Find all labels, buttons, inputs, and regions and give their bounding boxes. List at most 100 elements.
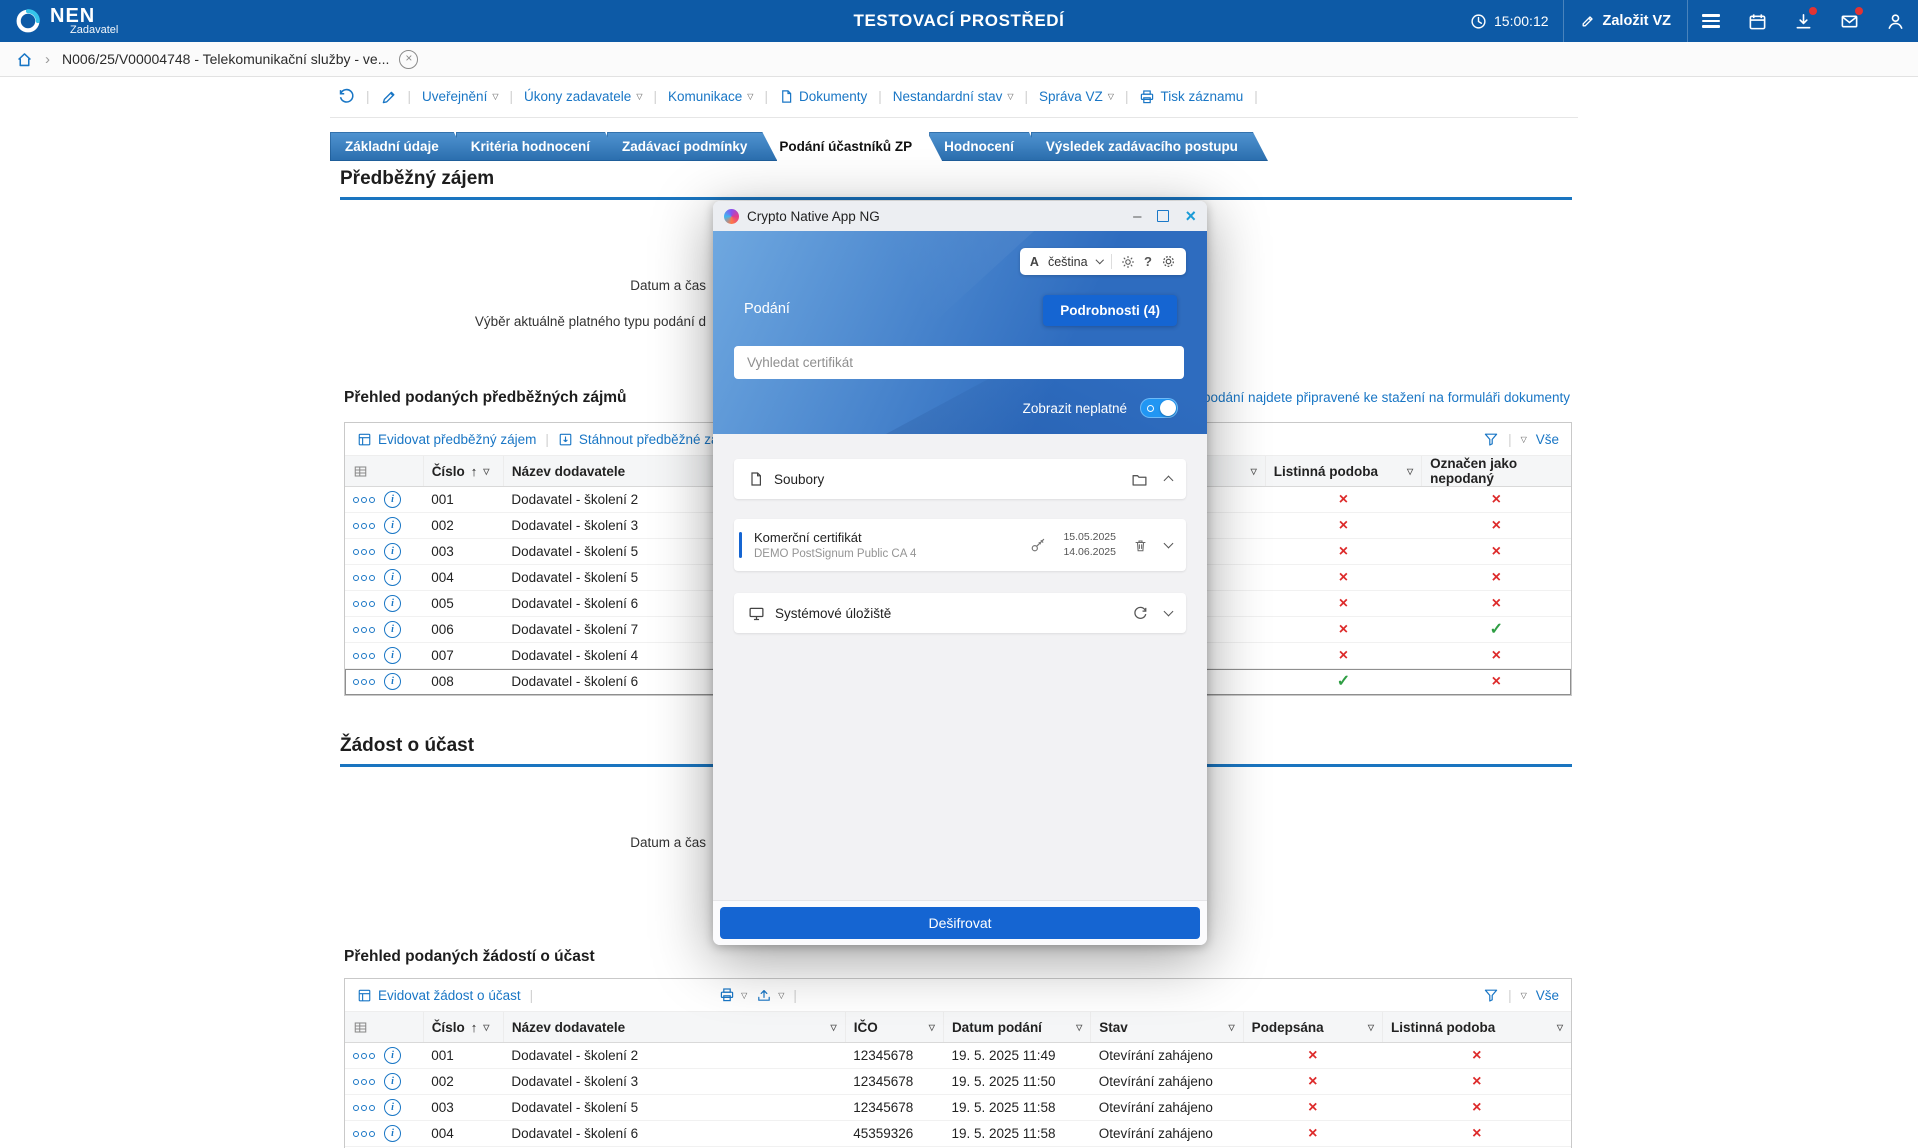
- column-ico[interactable]: IČO▽: [845, 1012, 943, 1043]
- breadcrumb-item[interactable]: N006/25/V00004748 - Telekomunikační služ…: [62, 51, 389, 67]
- close-button[interactable]: ×: [1185, 207, 1196, 225]
- row-menu-icon[interactable]: [353, 653, 375, 659]
- theme-icon[interactable]: [1121, 255, 1135, 269]
- decrypt-button[interactable]: Dešifrovat: [720, 907, 1200, 939]
- filter-caret-icon[interactable]: ▽: [1557, 1023, 1563, 1032]
- filter-icon[interactable]: [1483, 431, 1499, 447]
- edit-record-icon[interactable]: [381, 89, 397, 105]
- vse-filter[interactable]: Vše: [1536, 432, 1559, 447]
- system-storage-section[interactable]: Systémové úložiště: [734, 593, 1186, 633]
- modal-titlebar[interactable]: Crypto Native App NG – ×: [713, 201, 1207, 231]
- history-icon[interactable]: [338, 88, 355, 105]
- delete-icon[interactable]: [1133, 538, 1148, 553]
- column-listinna-podoba[interactable]: Listinná podoba▽: [1265, 456, 1421, 487]
- files-section[interactable]: Soubory: [734, 459, 1186, 499]
- column-podepsana[interactable]: Podepsána▽: [1243, 1012, 1382, 1043]
- messages-button[interactable]: [1826, 0, 1872, 42]
- menu-button[interactable]: [1688, 0, 1734, 42]
- row-menu-icon[interactable]: [353, 627, 375, 633]
- tab-hodnoceni[interactable]: Hodnocení: [929, 132, 1044, 161]
- filter-caret-icon[interactable]: ▽: [929, 1023, 935, 1032]
- table-row[interactable]: i 003Dodavatel - školení 512345678 19. 5…: [345, 1095, 1571, 1121]
- refresh-icon[interactable]: [1133, 606, 1148, 621]
- column-listinna-podoba[interactable]: Listinná podoba▽: [1382, 1012, 1571, 1043]
- show-invalid-toggle[interactable]: [1140, 398, 1178, 418]
- info-icon[interactable]: i: [384, 517, 401, 534]
- certificate-search-input[interactable]: [734, 346, 1184, 379]
- downloads-button[interactable]: [1780, 0, 1826, 42]
- info-icon[interactable]: i: [384, 1125, 401, 1142]
- table-row[interactable]: i 001Dodavatel - školení 212345678 19. 5…: [345, 1043, 1571, 1069]
- info-icon[interactable]: i: [384, 595, 401, 612]
- filter-caret-icon[interactable]: ▽: [1076, 1023, 1082, 1032]
- menu-nestandardni-stav[interactable]: Nestandardní stav▽: [893, 89, 1014, 104]
- info-icon[interactable]: i: [384, 569, 401, 586]
- evidovat-predbezny-link[interactable]: Evidovat předběžný zájem: [357, 432, 536, 447]
- info-icon[interactable]: i: [384, 621, 401, 638]
- filter-icon[interactable]: [1483, 987, 1499, 1003]
- chevron-down-icon[interactable]: [1164, 539, 1174, 549]
- chevron-down-icon[interactable]: [1164, 607, 1174, 617]
- info-icon[interactable]: i: [384, 1047, 401, 1064]
- row-menu-icon[interactable]: [353, 497, 375, 503]
- print-table-button[interactable]: ▽: [719, 987, 747, 1003]
- row-menu-icon[interactable]: [353, 601, 375, 607]
- column-cislo[interactable]: Číslo↑▽: [423, 456, 503, 487]
- tab-zakladni-udaje[interactable]: Základní údaje: [330, 132, 469, 161]
- filter-caret-icon[interactable]: ▽: [1229, 1023, 1235, 1032]
- filter-caret-icon[interactable]: ▽: [483, 1023, 489, 1032]
- menu-uverejneni[interactable]: Uveřejnění▽: [422, 89, 498, 104]
- menu-sprava-vz[interactable]: Správa VZ▽: [1039, 89, 1114, 104]
- filter-caret-icon[interactable]: ▽: [1251, 467, 1257, 476]
- menu-tisk-zaznamu[interactable]: Tisk záznamu: [1139, 89, 1243, 105]
- chevron-down-icon[interactable]: [1095, 256, 1103, 264]
- nen-logo[interactable]: NEN Zadavatel: [14, 7, 118, 36]
- column-cislo[interactable]: Číslo↑▽: [423, 1012, 503, 1043]
- profile-button[interactable]: [1872, 0, 1918, 42]
- table-row[interactable]: i 004Dodavatel - školení 645359326 19. 5…: [345, 1121, 1571, 1147]
- column-nazev-dodavatele[interactable]: Název dodavatele▽: [503, 1012, 845, 1043]
- filter-caret-icon[interactable]: ▽: [1407, 467, 1413, 476]
- menu-komunikace[interactable]: Komunikace▽: [668, 89, 753, 104]
- tab-kriteria-hodnoceni[interactable]: Kritéria hodnocení: [456, 132, 620, 161]
- row-menu-icon[interactable]: [353, 1053, 375, 1059]
- menu-dokumenty[interactable]: Dokumenty: [779, 89, 867, 104]
- row-menu-icon[interactable]: [353, 575, 375, 581]
- settings-gear-icon[interactable]: [1161, 254, 1176, 269]
- evidovat-zadost-link[interactable]: Evidovat žádost o účast: [357, 988, 521, 1003]
- row-menu-icon[interactable]: [353, 1105, 375, 1111]
- info-icon[interactable]: i: [384, 673, 401, 690]
- info-icon[interactable]: i: [384, 1073, 401, 1090]
- info-icon[interactable]: i: [384, 1099, 401, 1116]
- filter-caret-icon[interactable]: ▽: [1368, 1023, 1374, 1032]
- column-oznacen-nepodany[interactable]: Označen jako nepodaný: [1422, 456, 1571, 487]
- info-icon[interactable]: i: [384, 647, 401, 664]
- row-menu-icon[interactable]: [353, 1079, 375, 1085]
- filter-caret-icon[interactable]: ▽: [831, 1023, 837, 1032]
- details-button[interactable]: Podrobnosti (4): [1043, 295, 1177, 326]
- row-menu-icon[interactable]: [353, 679, 375, 685]
- maximize-button[interactable]: [1157, 210, 1169, 222]
- export-table-button[interactable]: ▽: [756, 987, 784, 1003]
- home-icon[interactable]: [16, 51, 33, 68]
- tab-vysledek[interactable]: Výsledek zadávacího postupu: [1031, 132, 1268, 161]
- chevron-up-icon[interactable]: [1164, 476, 1174, 486]
- table-row[interactable]: i 002Dodavatel - školení 312345678 19. 5…: [345, 1069, 1571, 1095]
- filter-caret-icon[interactable]: ▽: [483, 467, 489, 476]
- help-icon[interactable]: ?: [1144, 254, 1152, 269]
- minimize-button[interactable]: –: [1133, 209, 1141, 224]
- open-folder-icon[interactable]: [1131, 471, 1148, 488]
- info-icon[interactable]: i: [384, 491, 401, 508]
- language-selector[interactable]: čeština: [1048, 255, 1088, 269]
- tab-podani-ucastniku[interactable]: Podání účastníků ZP: [764, 132, 942, 161]
- row-menu-icon[interactable]: [353, 523, 375, 529]
- vse-filter[interactable]: Vše: [1536, 988, 1559, 1003]
- row-menu-icon[interactable]: [353, 1131, 375, 1137]
- tab-zadavaci-podminky[interactable]: Zadávací podmínky: [607, 132, 777, 161]
- menu-ukony-zadavatele[interactable]: Úkony zadavatele▽: [524, 89, 642, 104]
- column-datum-podani[interactable]: Datum podání▽: [943, 1012, 1090, 1043]
- close-record-icon[interactable]: ×: [399, 50, 418, 69]
- certificate-item[interactable]: Komerční certifikát DEMO PostSignum Publ…: [734, 519, 1186, 571]
- info-icon[interactable]: i: [384, 543, 401, 560]
- calendar-button[interactable]: [1734, 0, 1780, 42]
